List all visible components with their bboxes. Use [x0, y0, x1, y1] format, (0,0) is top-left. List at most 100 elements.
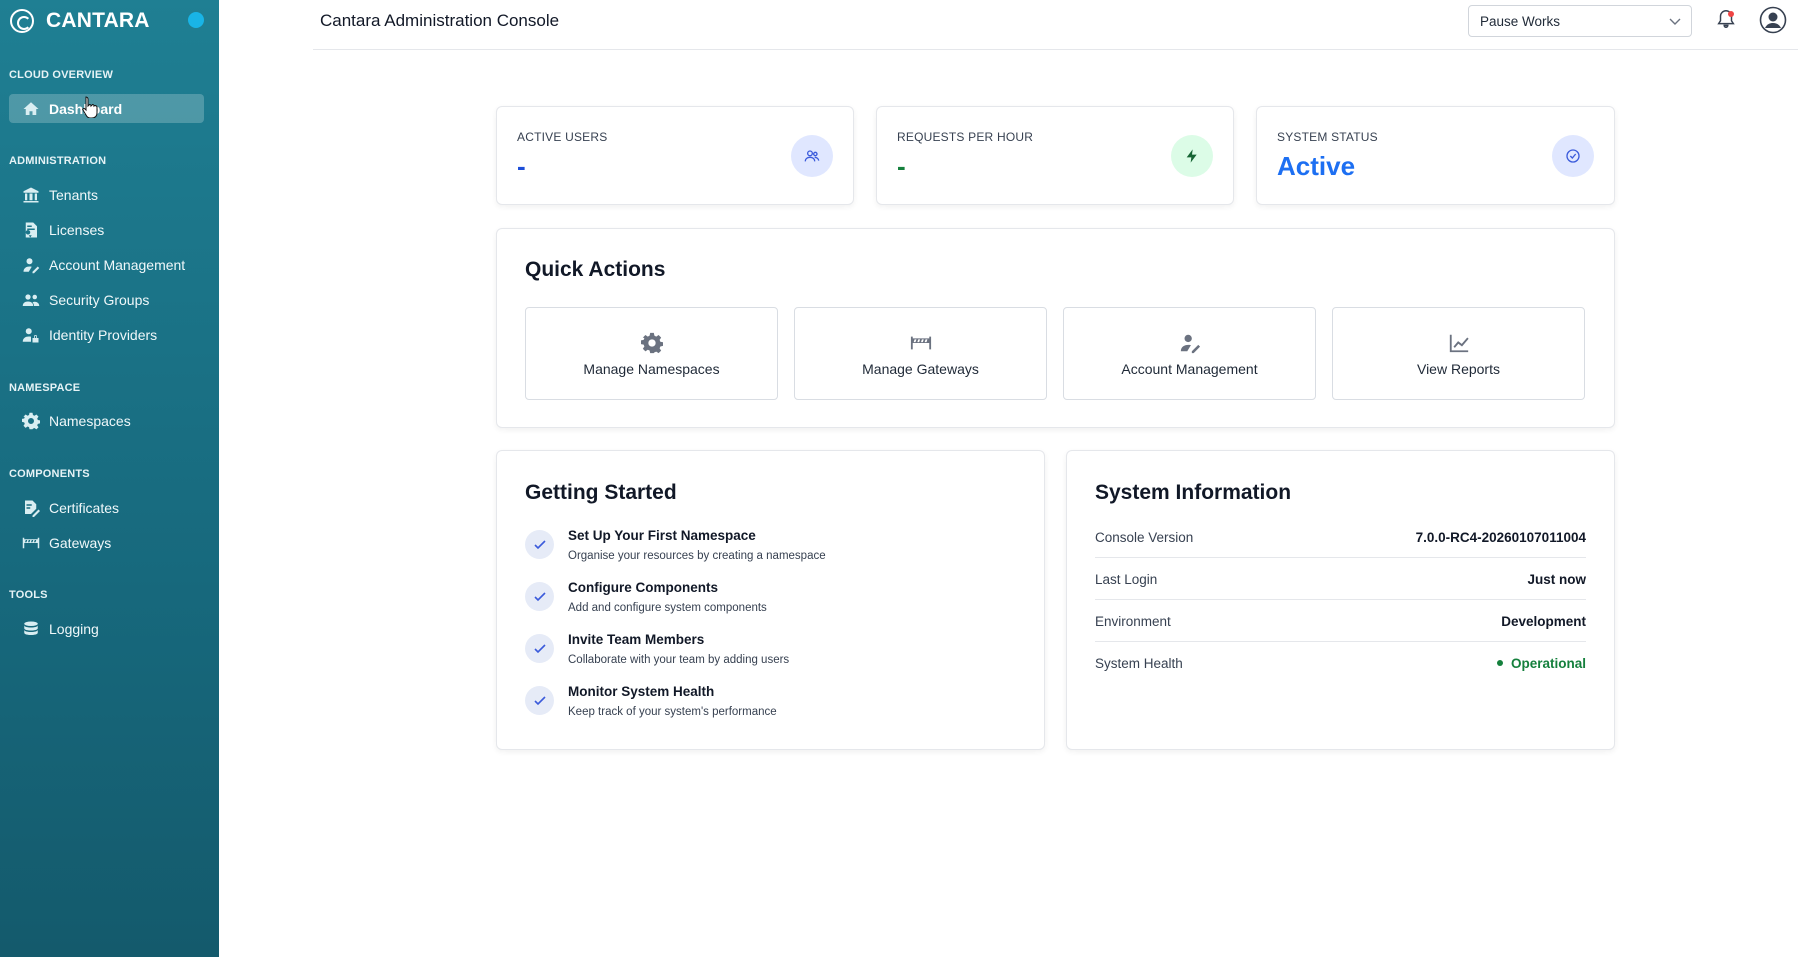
- sidebar-item-label: Namespaces: [49, 412, 131, 429]
- info-label: Last Login: [1095, 572, 1158, 587]
- info-value: Just now: [1527, 572, 1586, 587]
- status-badge: Operational: [1497, 656, 1586, 671]
- check-icon: [525, 686, 554, 715]
- bell-icon: [1717, 10, 1735, 28]
- section-namespace: NAMESPACE: [9, 382, 81, 394]
- stat-card-system-status: SYSTEM STATUS Active: [1256, 106, 1615, 205]
- stat-label: REQUESTS PER HOUR: [897, 130, 1034, 144]
- user-lock-icon: [21, 326, 41, 344]
- sidebar-item-label: Account Management: [49, 256, 186, 273]
- building-icon: [21, 186, 41, 204]
- gear-icon: [21, 412, 41, 430]
- list-item-desc: Collaborate with your team by adding use…: [568, 654, 790, 666]
- quick-action-label: View Reports: [1416, 360, 1500, 377]
- manage-namespaces-button[interactable]: Manage Namespaces: [525, 307, 778, 400]
- gateway-icon: [908, 331, 934, 355]
- gateway-icon: [21, 534, 41, 552]
- sidebar-item-certificates[interactable]: Certificates: [9, 493, 204, 522]
- gear-icon: [639, 331, 665, 355]
- sidebar-item-label: Gateways: [49, 534, 112, 551]
- section-administration: ADMINISTRATION: [9, 155, 107, 167]
- sidebar-item-label: Identity Providers: [49, 326, 158, 343]
- list-item-desc: Add and configure system components: [568, 602, 767, 614]
- sidebar-item-identity-providers[interactable]: Identity Providers: [9, 320, 204, 349]
- section-tools: TOOLS: [9, 589, 48, 601]
- notification-badge: [1728, 11, 1734, 17]
- sidebar-item-namespaces[interactable]: Namespaces: [9, 406, 204, 435]
- sidebar-item-logging[interactable]: Logging: [9, 614, 204, 643]
- section-cloud-overview: CLOUD OVERVIEW: [9, 69, 114, 81]
- chevron-down-icon: [1669, 18, 1681, 25]
- sidebar-item-dashboard[interactable]: Dashboard: [9, 94, 204, 123]
- view-reports-button[interactable]: View Reports: [1332, 307, 1585, 400]
- check-icon: [525, 530, 554, 559]
- tenant-select[interactable]: Pause Works: [1468, 5, 1692, 37]
- page-title: Cantara Administration Console: [320, 11, 560, 30]
- brand[interactable]: CANTARA: [10, 8, 150, 34]
- check-icon: [525, 634, 554, 663]
- section-title: Getting Started: [525, 481, 677, 504]
- mouse-cursor-icon: [82, 96, 98, 118]
- getting-started-panel: Getting Started Set Up Your First Namesp…: [496, 450, 1045, 750]
- sidebar-item-gateways[interactable]: Gateways: [9, 528, 204, 557]
- stat-value: -: [517, 151, 526, 181]
- stat-label: ACTIVE USERS: [517, 130, 608, 144]
- check-circle-icon: [1552, 135, 1594, 177]
- section-components: COMPONENTS: [9, 468, 90, 480]
- info-label: System Health: [1095, 656, 1183, 671]
- section-title: System Information: [1095, 481, 1292, 504]
- certificate-icon: [21, 499, 41, 517]
- top-header: Cantara Administration Console Pause Wor…: [313, 0, 1798, 50]
- stat-value: -: [897, 151, 906, 181]
- stat-label: SYSTEM STATUS: [1277, 130, 1378, 144]
- sidebar-item-label: Security Groups: [49, 291, 150, 308]
- info-label: Environment: [1095, 614, 1171, 629]
- stat-card-active-users: ACTIVE USERS -: [496, 106, 854, 205]
- account-management-button[interactable]: Account Management: [1063, 307, 1316, 400]
- list-item-desc: Organise your resources by creating a na…: [568, 550, 826, 562]
- user-edit-icon: [1177, 331, 1203, 355]
- user-circle-icon: [1759, 6, 1787, 34]
- brand-name: CANTARA: [46, 9, 150, 32]
- stat-card-requests-per-hour: REQUESTS PER HOUR -: [876, 106, 1234, 205]
- check-icon: [525, 582, 554, 611]
- sidebar-item-account-management[interactable]: Account Management: [9, 250, 204, 279]
- manage-gateways-button[interactable]: Manage Gateways: [794, 307, 1047, 400]
- sidebar: CANTARA CLOUD OVERVIEW Dashboard ADMINIS…: [0, 0, 219, 957]
- status-dot-icon: [188, 12, 204, 28]
- sidebar-item-label: Tenants: [49, 186, 99, 203]
- user-avatar-button[interactable]: [1759, 6, 1787, 34]
- chart-line-icon: [1446, 331, 1472, 355]
- list-item-title: Monitor System Health: [568, 684, 715, 699]
- info-row-environment: Environment Development: [1095, 600, 1586, 642]
- license-icon: [21, 221, 41, 239]
- database-icon: [21, 620, 41, 638]
- quick-actions-panel: Quick Actions Manage Namespaces Manage G…: [496, 228, 1615, 428]
- cantara-logo-icon: [10, 9, 34, 33]
- list-item-title: Set Up Your First Namespace: [568, 528, 756, 543]
- users-icon: [21, 291, 41, 309]
- info-row-console-version: Console Version 7.0.0-RC4-20260107011004: [1095, 516, 1586, 558]
- sidebar-item-label: Licenses: [49, 221, 105, 238]
- home-icon: [21, 100, 41, 118]
- notifications-button[interactable]: [1715, 8, 1737, 32]
- info-value: 7.0.0-RC4-20260107011004: [1415, 530, 1586, 545]
- info-row-system-health: System Health Operational: [1095, 642, 1586, 684]
- section-title: Quick Actions: [525, 258, 666, 281]
- list-item-title: Configure Components: [568, 580, 718, 595]
- system-information-panel: System Information Console Version 7.0.0…: [1066, 450, 1615, 750]
- quick-action-label: Account Management: [1121, 360, 1258, 377]
- tenant-select-value: Pause Works: [1480, 13, 1561, 29]
- sidebar-item-tenants[interactable]: Tenants: [9, 180, 204, 209]
- list-item-desc: Keep track of your system's performance: [568, 706, 777, 718]
- users-icon: [791, 135, 833, 177]
- list-item-title: Invite Team Members: [568, 632, 705, 647]
- quick-action-label: Manage Gateways: [862, 360, 979, 377]
- stat-value: Active: [1277, 151, 1356, 181]
- sidebar-item-licenses[interactable]: Licenses: [9, 215, 204, 244]
- info-row-last-login: Last Login Just now: [1095, 558, 1586, 600]
- bolt-icon: [1171, 135, 1213, 177]
- sidebar-item-security-groups[interactable]: Security Groups: [9, 285, 204, 314]
- info-label: Console Version: [1095, 530, 1194, 545]
- sidebar-item-label: Certificates: [49, 499, 120, 516]
